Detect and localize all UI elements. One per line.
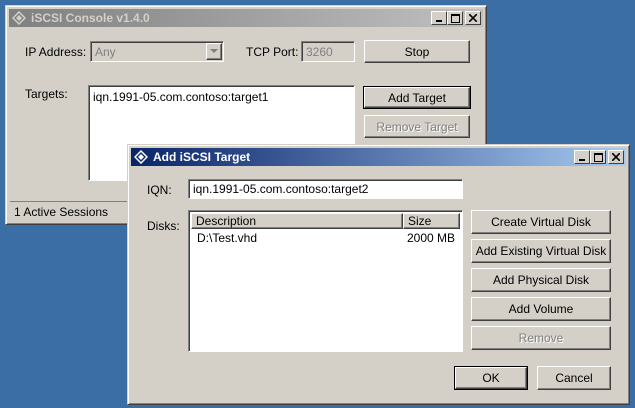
maximize-button[interactable] [447,11,463,25]
iqn-label: IQN: [147,183,172,197]
maximize-icon [450,13,460,23]
add-existing-virtual-disk-button[interactable]: Add Existing Virtual Disk [471,239,611,263]
dialog-titlebar[interactable]: Add iSCSI Target [131,148,626,166]
maximize-icon [593,152,603,162]
main-titlebar[interactable]: iSCSI Console v1.4.0 [9,9,483,27]
table-row[interactable]: D:\Test.vhd 2000 MB [191,231,460,246]
tcp-port-label: TCP Port: [246,45,299,59]
tcp-port-field[interactable]: 3260 [301,41,355,62]
iqn-input[interactable]: iqn.1991-05.com.contoso:target2 [188,179,463,199]
targets-label: Targets: [25,87,68,101]
app-icon [11,10,27,26]
disks-label: Disks: [147,219,180,233]
close-icon [612,153,620,161]
column-header-size[interactable]: Size [403,213,460,229]
add-target-button[interactable]: Add Target [363,86,471,109]
remove-target-button[interactable]: Remove Target [364,115,470,138]
disks-header: Description Size [191,213,460,229]
ip-dropdown-button[interactable] [206,43,222,60]
remove-disk-button[interactable]: Remove [471,326,611,350]
dialog-close-button[interactable] [608,150,624,164]
ok-label: OK [482,371,500,385]
add-target-dialog: Add iSCSI Target IQN: iqn.1991-05.com.co… [127,144,630,405]
main-window-title: iSCSI Console v1.4.0 [31,11,150,25]
disk-size: 2000 MB [407,231,456,245]
dialog-maximize-button[interactable] [590,150,606,164]
add-volume-label: Add Volume [508,302,574,316]
create-virtual-disk-button[interactable]: Create Virtual Disk [471,210,611,234]
remove-disk-label: Remove [518,331,564,345]
cancel-button[interactable]: Cancel [537,366,611,390]
chevron-down-icon [210,49,218,53]
cancel-label: Cancel [555,371,593,385]
add-target-label: Add Target [388,90,446,105]
status-text: 1 Active Sessions [14,204,109,219]
add-physical-disk-button[interactable]: Add Physical Disk [471,268,611,292]
close-button[interactable] [465,11,481,25]
add-volume-button[interactable]: Add Volume [471,297,611,321]
minimize-icon [436,20,442,22]
add-existing-virtual-disk-label: Add Existing Virtual Disk [475,244,607,258]
remove-target-label: Remove Target [376,119,458,134]
dialog-minimize-button[interactable] [574,150,590,164]
column-size-label: Size [408,214,432,228]
dialog-title: Add iSCSI Target [153,150,251,164]
ip-address-value: Any [95,45,116,59]
dialog-app-icon [133,149,149,165]
ok-button[interactable]: OK [454,366,528,390]
add-physical-disk-label: Add Physical Disk [492,273,590,287]
list-item[interactable]: iqn.1991-05.com.contoso:target1 [93,90,268,104]
column-description-label: Description [196,214,257,228]
ip-address-label: IP Address: [25,45,87,59]
iqn-value: iqn.1991-05.com.contoso:target2 [193,182,369,196]
create-virtual-disk-label: Create Virtual Disk [491,215,591,229]
stop-button[interactable]: Stop [364,40,470,63]
stop-button-label: Stop [404,44,430,59]
disks-list[interactable]: Description Size D:\Test.vhd 2000 MB [188,210,463,352]
minimize-icon [579,159,585,161]
column-header-description[interactable]: Description [191,213,403,229]
close-icon [469,14,477,22]
minimize-button[interactable] [431,11,447,25]
tcp-port-value: 3260 [306,45,333,59]
disk-description: D:\Test.vhd [197,231,258,245]
ip-address-select[interactable]: Any [90,41,224,62]
